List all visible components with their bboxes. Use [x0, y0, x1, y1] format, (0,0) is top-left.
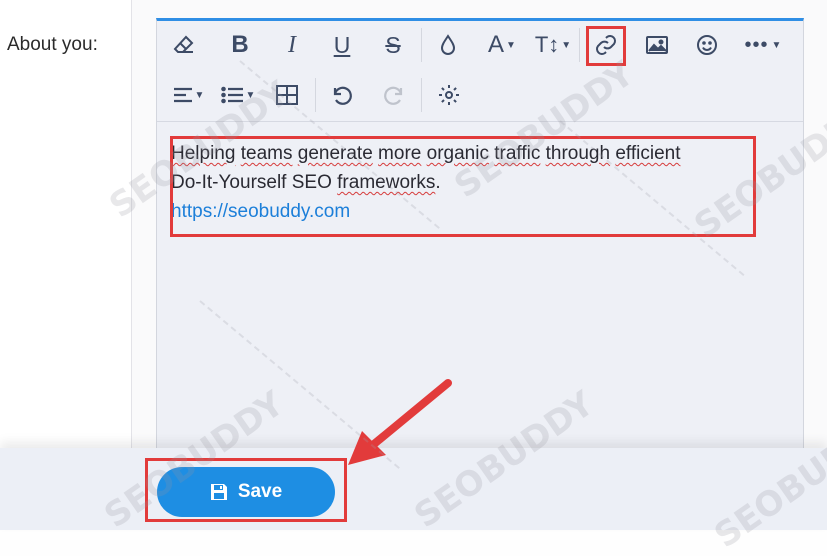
settings-icon[interactable] [432, 78, 466, 112]
chevron-down-icon: ▼ [194, 89, 205, 101]
highlight-link-icon [586, 26, 626, 66]
table-icon[interactable] [270, 78, 304, 112]
emoji-icon[interactable] [690, 28, 724, 62]
annotation-arrow-icon [348, 379, 452, 465]
more-dropdown[interactable]: ••• ▼ [741, 28, 785, 62]
align-dropdown[interactable]: ▼ [167, 78, 209, 112]
about-you-label: About you: [7, 34, 98, 55]
more-icon: ••• [744, 33, 769, 56]
toolbar-divider [315, 78, 316, 112]
toolbar-divider [421, 78, 422, 112]
list-dropdown[interactable]: ▼ [217, 78, 259, 112]
rich-text-editor[interactable]: B I U S A ▼ T↕ ▼ ••• ▼ ▼ ▼ Helping teams… [156, 18, 804, 458]
font-size-dropdown[interactable]: T↕ ▼ [531, 28, 575, 62]
font-family-icon: A [488, 31, 505, 58]
toolbar-divider [421, 28, 422, 62]
chevron-down-icon: ▼ [561, 39, 572, 51]
chevron-down-icon: ▼ [506, 39, 516, 51]
strikethrough-icon[interactable]: S [376, 28, 410, 62]
font-size-icon: T↕ [534, 32, 560, 57]
chevron-down-icon: ▼ [771, 39, 782, 51]
label-column: About you: [0, 0, 132, 448]
highlight-content [170, 136, 756, 237]
underline-icon[interactable]: U [325, 28, 359, 62]
clear-format-icon[interactable] [167, 28, 201, 62]
font-family-dropdown[interactable]: A ▼ [481, 28, 523, 62]
redo-icon[interactable] [377, 78, 411, 112]
bold-icon[interactable]: B [223, 28, 257, 62]
toolbar-divider [579, 28, 580, 62]
editor-toolbar: B I U S A ▼ T↕ ▼ ••• ▼ ▼ ▼ [157, 21, 803, 122]
undo-icon[interactable] [325, 78, 359, 112]
highlight-save-button [145, 458, 347, 522]
chevron-down-icon: ▼ [245, 89, 256, 101]
italic-icon[interactable]: I [275, 28, 309, 62]
image-icon[interactable] [640, 28, 674, 62]
text-color-icon[interactable] [431, 28, 465, 62]
